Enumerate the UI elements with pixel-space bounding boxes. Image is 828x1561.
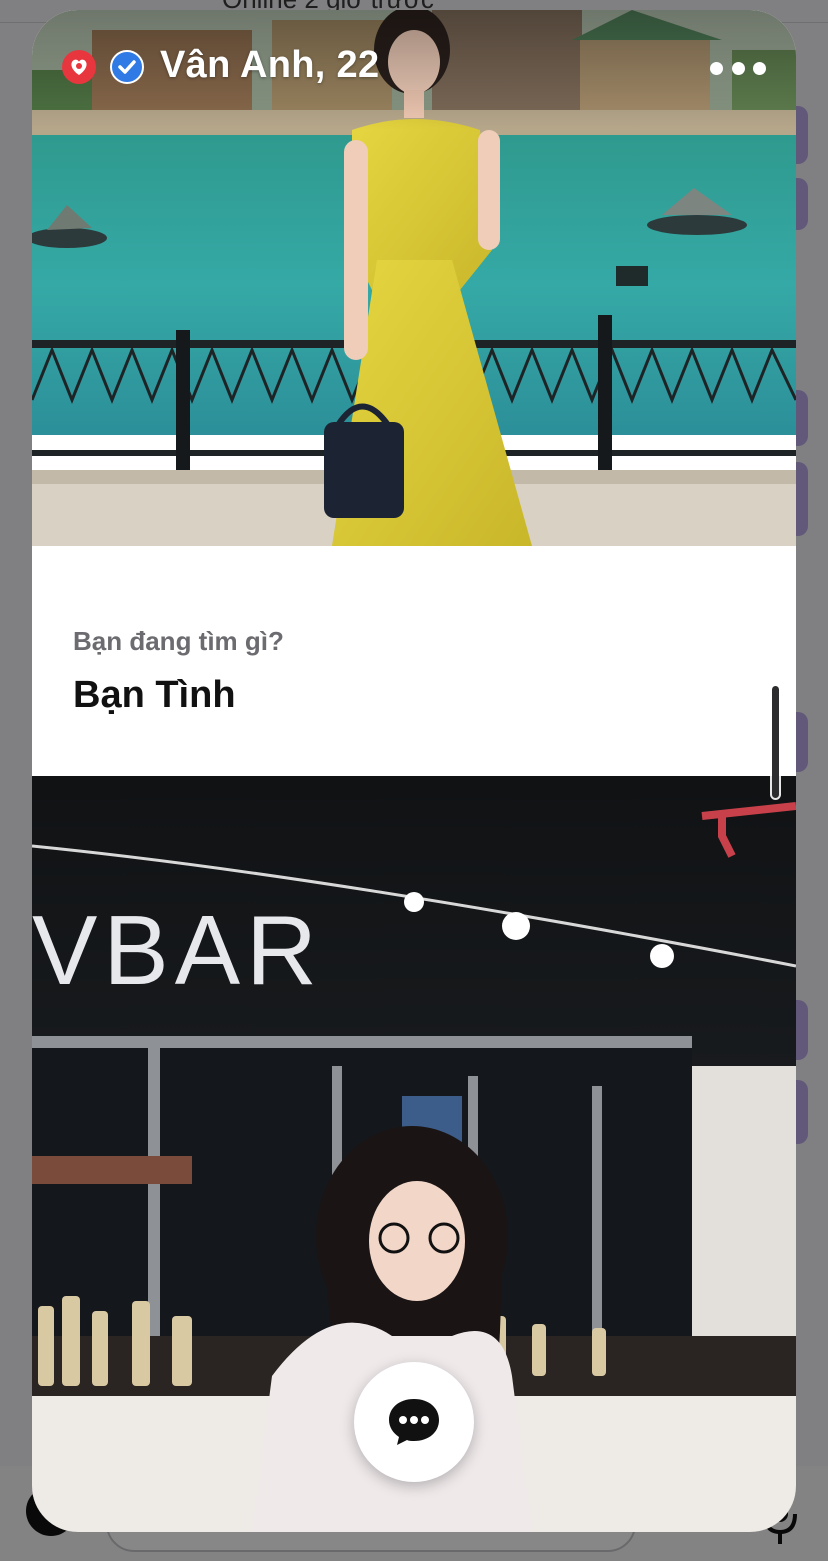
profile-prompt: Bạn đang tìm gì? Bạn Tình xyxy=(32,546,796,776)
brand-heart-icon xyxy=(62,50,96,84)
more-dots-icon[interactable] xyxy=(710,48,766,88)
more-dot xyxy=(753,61,766,75)
scroll-indicator[interactable] xyxy=(772,686,779,798)
profile-name: Vân Anh, 22 xyxy=(160,44,380,86)
chat-button[interactable] xyxy=(354,1362,474,1482)
more-dot xyxy=(731,61,745,75)
chat-bubble-icon xyxy=(389,1399,439,1445)
profile-card[interactable]: Vân Anh, 22 Bạn đang tìm gì? Bạn Tình VB… xyxy=(32,10,796,1532)
prompt-question: Bạn đang tìm gì? xyxy=(73,626,284,656)
verified-check-icon xyxy=(110,50,144,84)
prompt-answer: Bạn Tình xyxy=(73,674,236,716)
card-header: Vân Anh, 22 xyxy=(32,10,796,130)
more-dot xyxy=(710,61,723,75)
neon-sign-text: VBAR xyxy=(32,895,323,1005)
